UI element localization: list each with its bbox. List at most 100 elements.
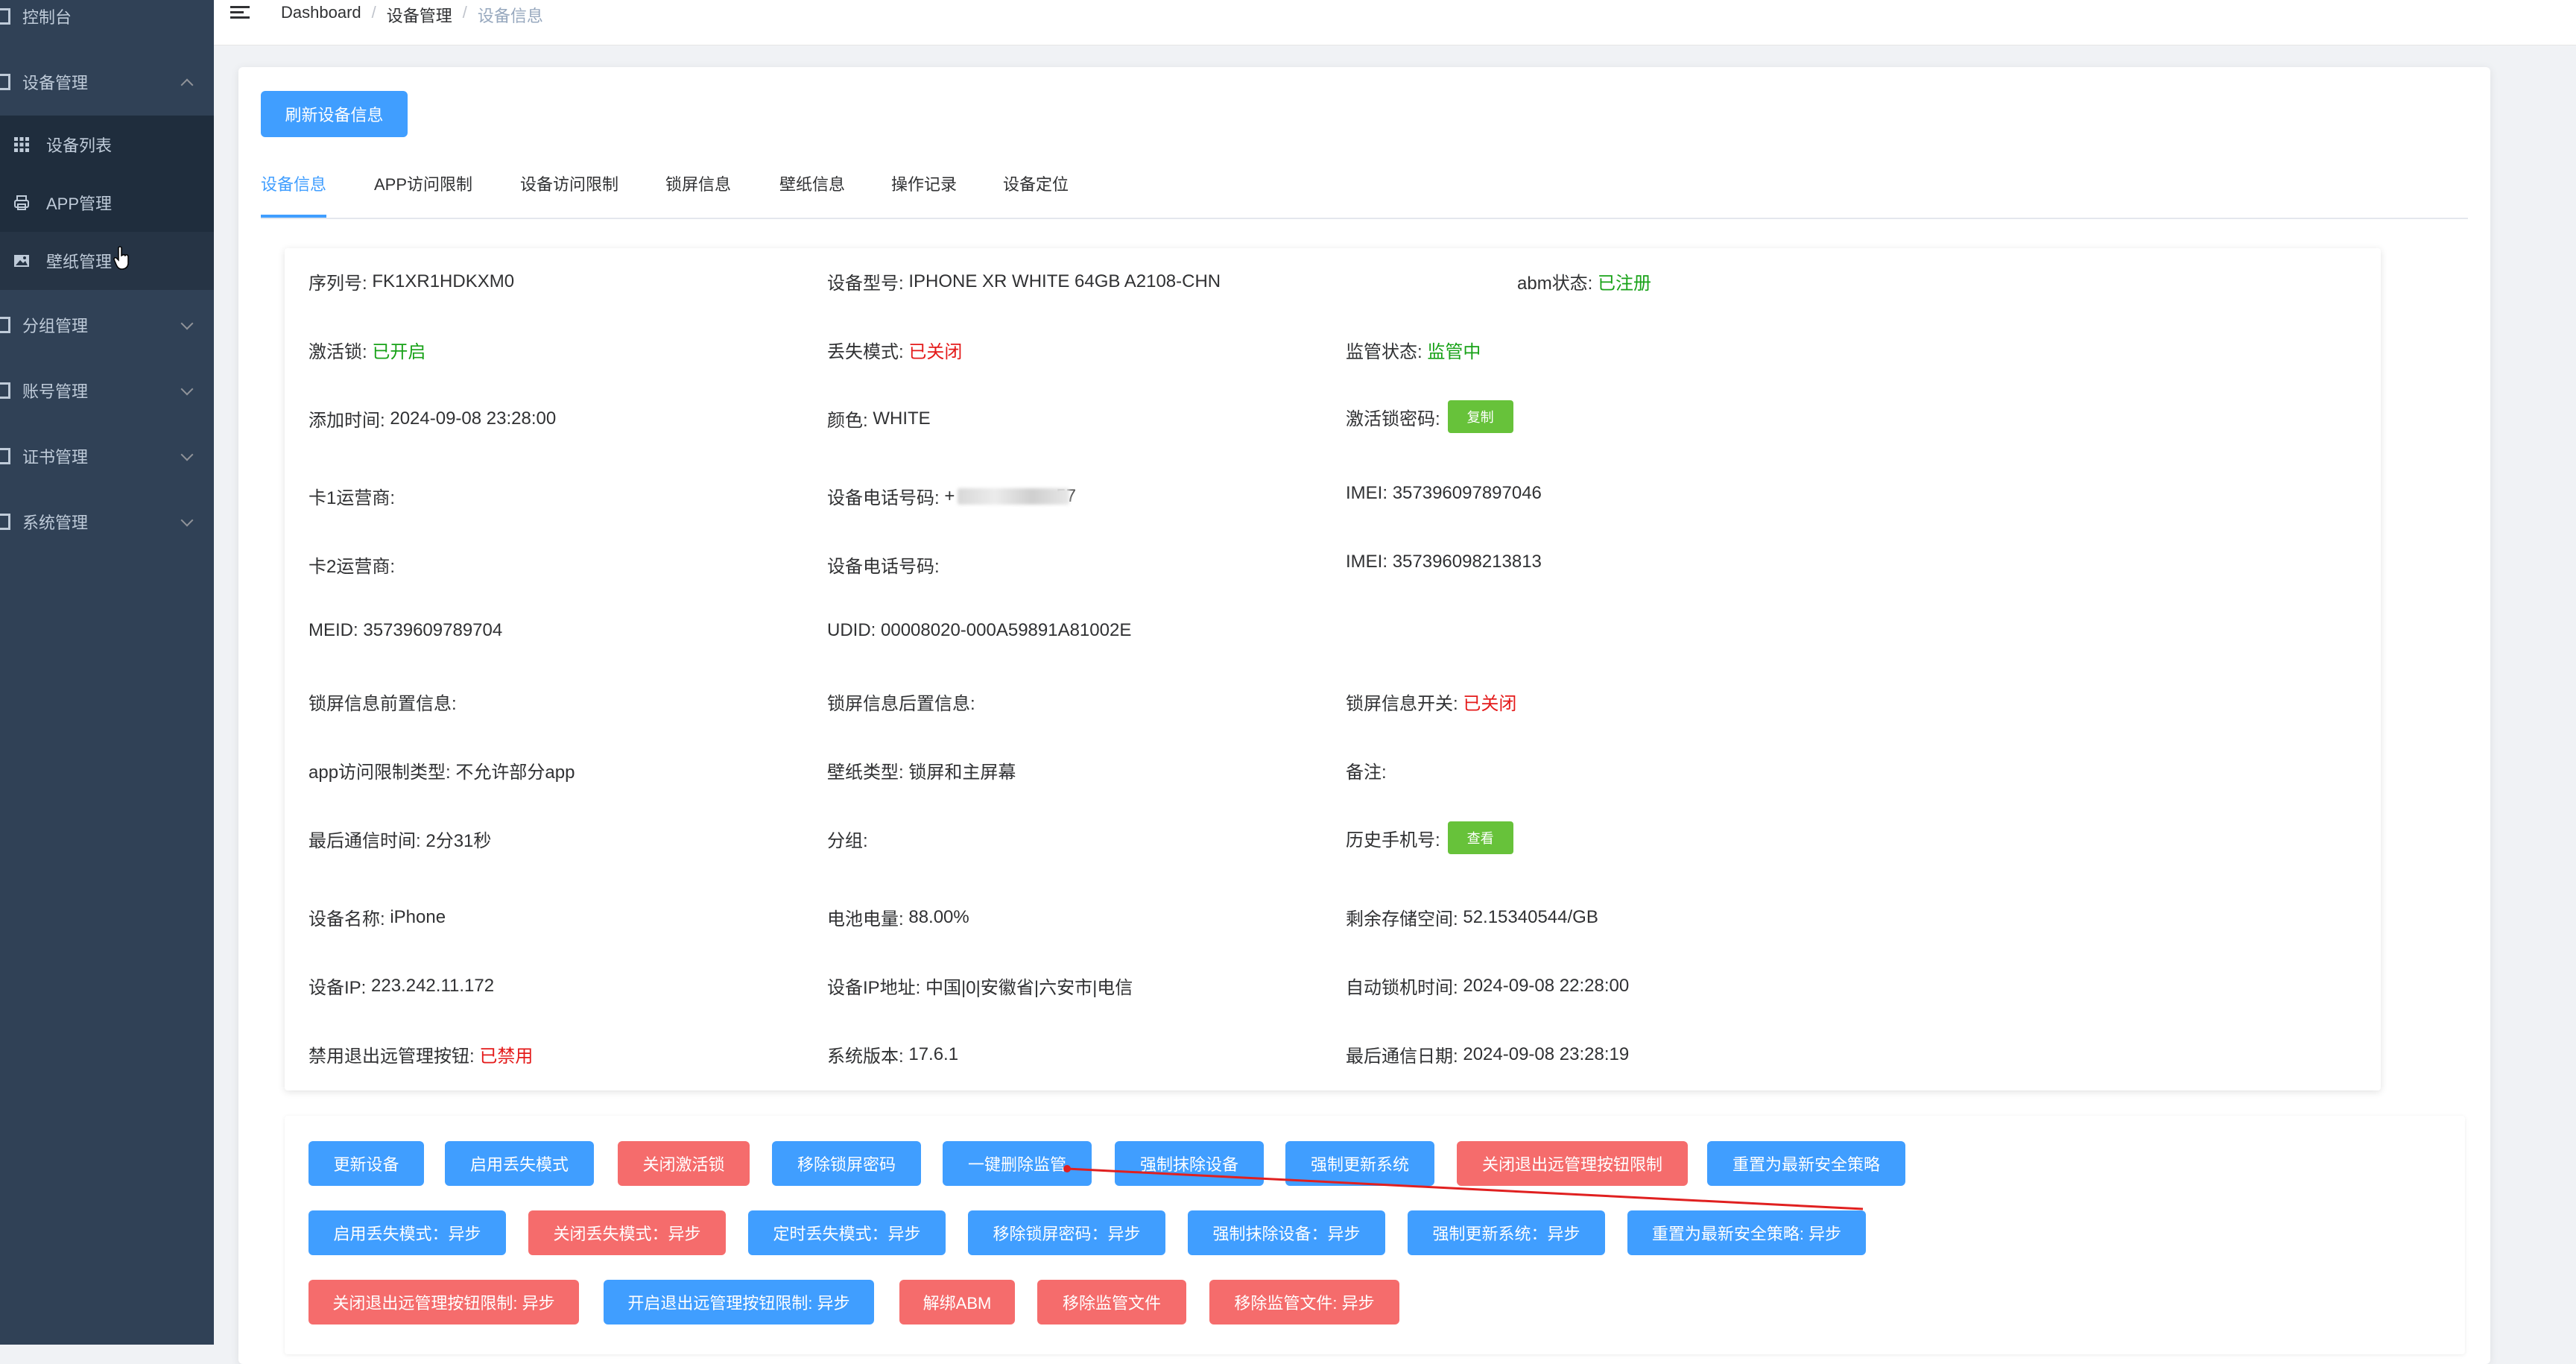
unbind-abm-button[interactable]: 解绑ABM xyxy=(899,1280,1015,1324)
view-history-button[interactable]: 查看 xyxy=(1447,821,1513,854)
menu-toggle-icon[interactable] xyxy=(230,4,250,21)
battery-field: 电池电量: 88.00% xyxy=(827,906,969,930)
chevron-down-icon xyxy=(180,514,194,527)
supervise-status-field: 监管状态: 监管中 xyxy=(1346,342,1481,362)
force-update-os-button[interactable]: 强制更新系统 xyxy=(1285,1141,1434,1186)
abm-status-field: abm状态: 已注册 xyxy=(1517,274,1652,294)
certificate-icon xyxy=(0,448,10,464)
reset-security-policy-button[interactable]: 重置为最新安全策略 xyxy=(1707,1141,1905,1186)
tab-location[interactable]: 设备定位 xyxy=(1003,171,1069,216)
reset-security-policy-async-button[interactable]: 重置为最新安全策略: 异步 xyxy=(1627,1210,1866,1255)
force-erase-button[interactable]: 强制抹除设备 xyxy=(1115,1141,1264,1186)
remove-passcode-button[interactable]: 移除锁屏密码 xyxy=(772,1141,921,1186)
sidebar-item-cert-mgmt[interactable]: 证书管理 xyxy=(0,423,214,489)
sidebar-item-label: 证书管理 xyxy=(22,448,89,467)
model-field: 设备型号: IPHONE XR WHITE 64GB A2108-CHN xyxy=(827,271,1221,294)
disable-lost-mode-async-button[interactable]: 关闭丢失模式：异步 xyxy=(528,1210,726,1255)
phone-icon xyxy=(0,74,10,90)
udid-field: UDID: 00008020-000A59891A81002E xyxy=(827,620,1132,640)
tab-operation-log[interactable]: 操作记录 xyxy=(891,171,957,216)
imei1-field: IMEI: 357396097897046 xyxy=(1346,483,1542,503)
chevron-down-icon xyxy=(180,448,194,461)
scheduled-lost-mode-async-button[interactable]: 定时丢失模式：异步 xyxy=(748,1210,946,1255)
disable-exit-restriction-async-button[interactable]: 关闭退出远管理按钮限制: 异步 xyxy=(308,1280,579,1324)
breadcrumb-dashboard[interactable]: Dashboard xyxy=(281,3,361,27)
breadcrumb-device-mgmt[interactable]: 设备管理 xyxy=(387,3,452,27)
force-update-os-async-button[interactable]: 强制更新系统：异步 xyxy=(1408,1210,1605,1255)
tab-lock-screen[interactable]: 锁屏信息 xyxy=(665,171,731,216)
sidebar-item-wallpaper-mgmt[interactable]: 壁纸管理 xyxy=(0,232,214,290)
disable-exit-restriction-button[interactable]: 关闭退出远管理按钮限制 xyxy=(1457,1141,1688,1186)
sidebar-item-label: 系统管理 xyxy=(22,514,89,532)
imei2-field: IMEI: 357396098213813 xyxy=(1346,552,1542,572)
top-header: Dashboard / 设备管理 / 设备信息 xyxy=(214,0,2576,45)
group-icon xyxy=(0,317,10,333)
tab-device-info[interactable]: 设备信息 xyxy=(261,171,326,216)
meid-field: MEID: 35739609789704 xyxy=(308,620,503,640)
chevron-up-icon xyxy=(180,78,194,92)
sidebar-item-account-mgmt[interactable]: 账号管理 xyxy=(0,358,214,423)
app-limit-type-field: app访问限制类型: 不允许部分app xyxy=(308,762,575,783)
grid-icon xyxy=(14,137,29,152)
sidebar-item-system-mgmt[interactable]: 系统管理 xyxy=(0,489,214,555)
active-tab-indicator xyxy=(261,215,326,218)
force-erase-async-button[interactable]: 强制抹除设备：异步 xyxy=(1188,1210,1385,1255)
account-icon xyxy=(0,382,10,399)
wallpaper-type-field: 壁纸类型: 锁屏和主屏幕 xyxy=(827,762,1016,783)
storage-field: 剩余存储空间: 52.15340544/GB xyxy=(1346,906,1598,930)
sidebar-item-group-mgmt[interactable]: 分组管理 xyxy=(0,292,214,358)
os-version-field: 系统版本: 17.6.1 xyxy=(827,1043,959,1067)
settings-icon xyxy=(0,514,10,530)
tab-bar: 设备信息 APP访问限制 设备访问限制 锁屏信息 壁纸信息 操作记录 设备定位 xyxy=(261,171,2468,219)
sidebar-item-app-mgmt[interactable]: APP管理 xyxy=(0,174,214,232)
phone1-field: 设备电话号码: +57 xyxy=(827,483,1076,509)
sidebar-item-device-mgmt[interactable]: 设备管理 xyxy=(0,49,214,115)
image-icon xyxy=(14,255,29,267)
breadcrumb-separator: / xyxy=(371,3,376,22)
breadcrumb-current: 设备信息 xyxy=(477,7,543,25)
remove-profile-button[interactable]: 移除监管文件 xyxy=(1037,1280,1186,1324)
carrier2-field: 卡2运营商: xyxy=(308,557,396,577)
update-device-button[interactable]: 更新设备 xyxy=(308,1141,424,1186)
hand-cursor-icon xyxy=(113,246,129,270)
copy-button[interactable]: 复制 xyxy=(1447,400,1513,433)
dashboard-icon xyxy=(0,8,10,25)
refresh-device-button[interactable]: 刷新设备信息 xyxy=(261,91,408,137)
last-comm-time-field: 最后通信时间: 2分31秒 xyxy=(308,831,492,851)
lock-front-info-field: 锁屏信息前置信息: xyxy=(308,694,457,714)
tab-wallpaper[interactable]: 壁纸信息 xyxy=(779,171,845,216)
action-card: 更新设备 启用丢失模式 关闭激活锁 移除锁屏密码 一键删除监管 强制抹除设备 强… xyxy=(285,1116,2465,1354)
enable-lost-mode-button[interactable]: 启用丢失模式 xyxy=(445,1141,594,1186)
lock-back-info-field: 锁屏信息后置信息: xyxy=(827,694,975,714)
printer-icon xyxy=(14,195,29,210)
tab-app-access[interactable]: APP访问限制 xyxy=(374,171,472,216)
remove-profile-async-button[interactable]: 移除监管文件: 异步 xyxy=(1209,1280,1399,1324)
sidebar-item-device-list[interactable]: 设备列表 xyxy=(0,116,214,174)
sidebar-item-label: 设备列表 xyxy=(46,136,113,155)
history-phone-field: 历史手机号: 查看 xyxy=(1346,821,1513,854)
disable-activation-lock-button[interactable]: 关闭激活锁 xyxy=(618,1141,750,1186)
phone2-field: 设备电话号码: xyxy=(827,557,940,577)
enable-exit-restriction-async-button[interactable]: 开启退出远管理按钮限制: 异步 xyxy=(604,1280,874,1324)
activation-lock-code-field: 激活锁密码: 复制 xyxy=(1346,400,1513,433)
lock-info-switch-field: 锁屏信息开关: 已关闭 xyxy=(1346,694,1517,714)
chevron-down-icon xyxy=(180,382,194,396)
remove-passcode-async-button[interactable]: 移除锁屏密码：异步 xyxy=(968,1210,1165,1255)
color-field: 颜色: WHITE xyxy=(827,408,931,432)
serial-field: 序列号: FK1XR1HDKXM0 xyxy=(308,271,515,294)
added-time-field: 添加时间: 2024-09-08 23:28:00 xyxy=(308,408,557,432)
group-field: 分组: xyxy=(827,831,868,851)
tab-device-access[interactable]: 设备访问限制 xyxy=(520,171,618,216)
sidebar-item-label: 设备管理 xyxy=(22,74,89,92)
sidebar-item-label: 控制台 xyxy=(22,8,72,27)
last-comm-date-field: 最后通信日期: 2024-09-08 23:28:19 xyxy=(1346,1043,1630,1067)
activation-lock-field: 激活锁: 已开启 xyxy=(308,342,426,362)
sidebar-item-label: 壁纸管理 xyxy=(46,253,113,271)
enable-lost-mode-async-button[interactable]: 启用丢失模式：异步 xyxy=(308,1210,506,1255)
device-ip-field: 设备IP: 223.242.11.172 xyxy=(308,975,495,999)
sidebar-item-dashboard[interactable]: 控制台 xyxy=(0,0,214,49)
remark-field: 备注: xyxy=(1346,762,1387,783)
remove-supervision-button[interactable]: 一键删除监管 xyxy=(943,1141,1092,1186)
exit-button-disabled-field: 禁用退出远管理按钮: 已禁用 xyxy=(308,1046,534,1067)
carrier1-field: 卡1运营商: xyxy=(308,488,396,508)
